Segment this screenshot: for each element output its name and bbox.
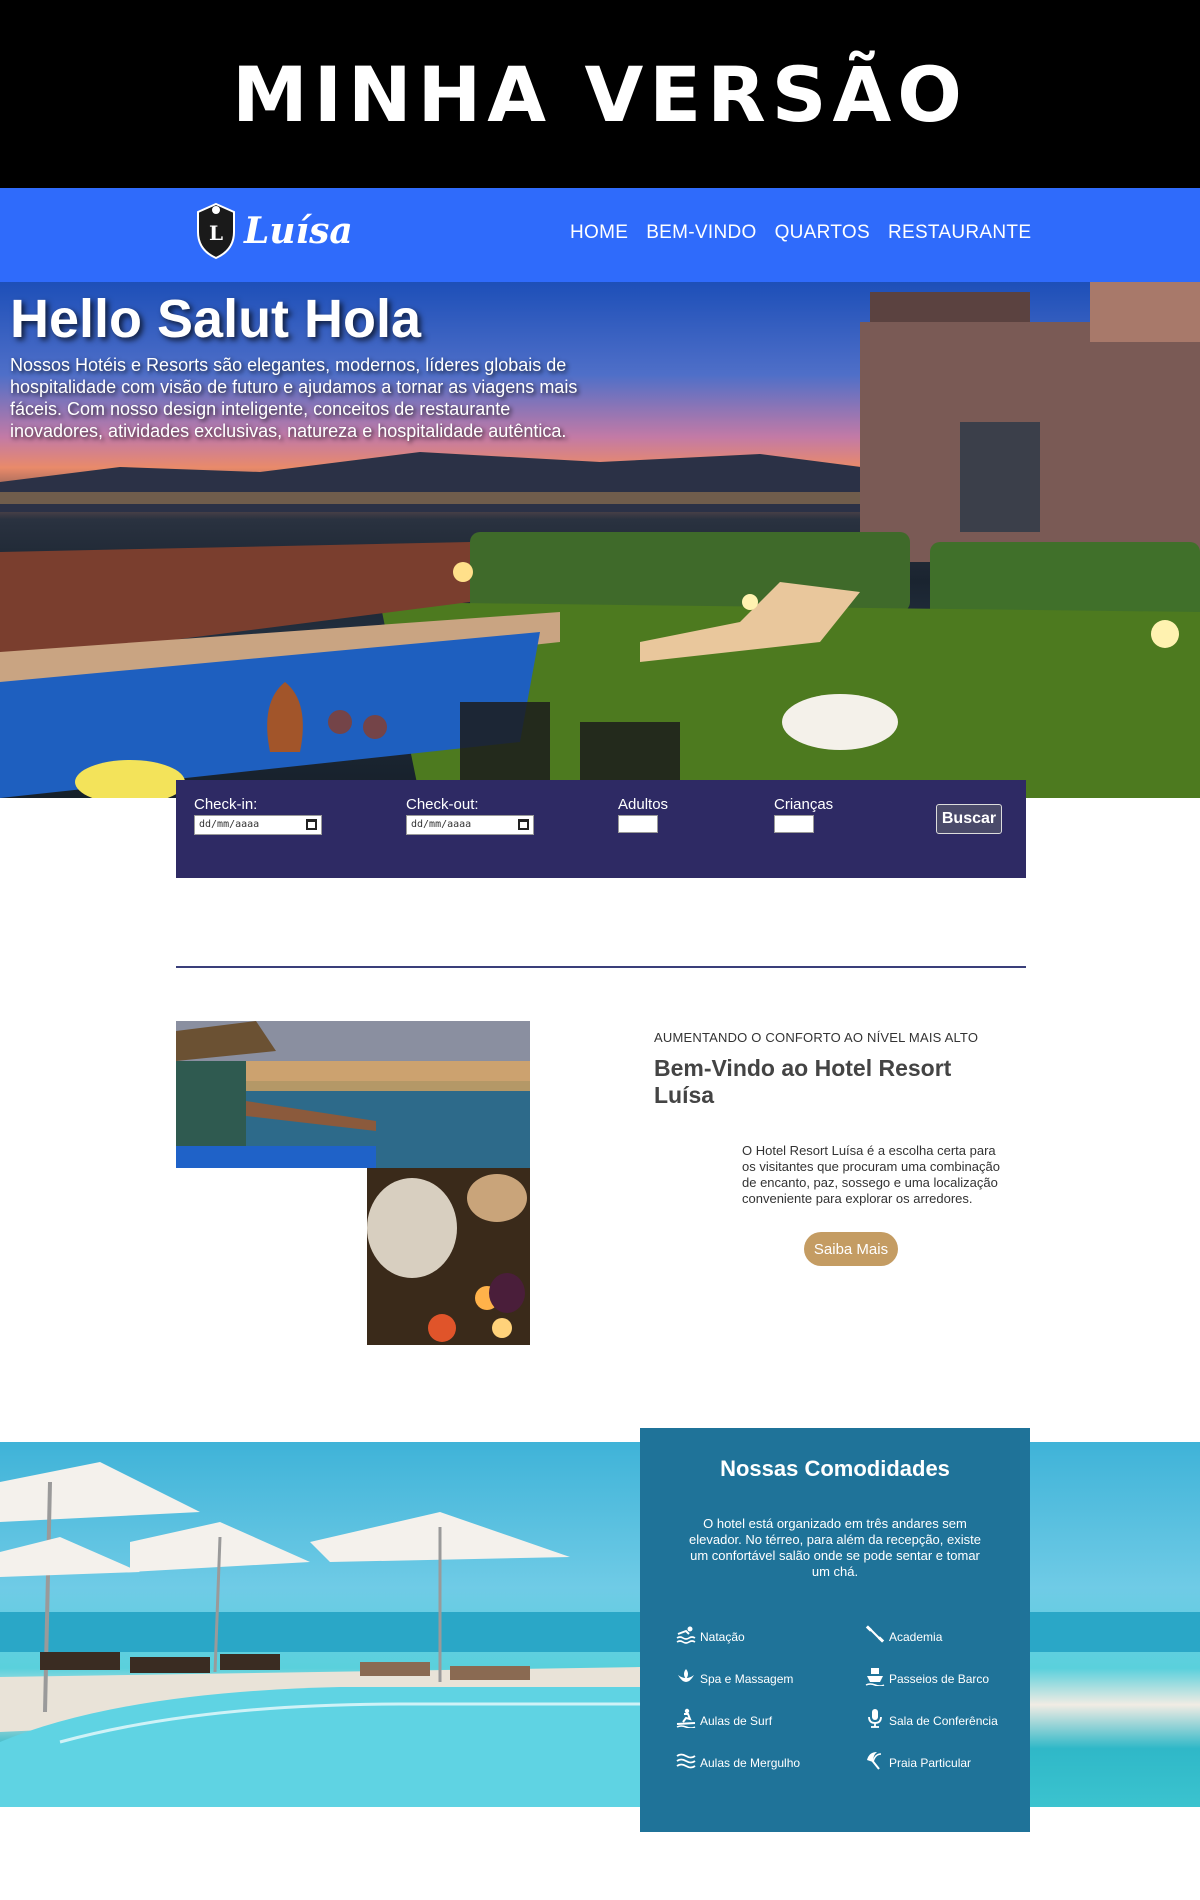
amenity-swimming: Natação	[676, 1624, 745, 1644]
amenity-beach: Praia Particular	[865, 1750, 971, 1770]
checkout-field: Check-out: dd/mm/aaaa	[406, 796, 534, 835]
overwater-bungalow-photo	[176, 1021, 530, 1168]
amenity-label: Aulas de Surf	[700, 1714, 773, 1728]
hero-description: Nossos Hotéis e Resorts são elegantes, m…	[10, 355, 578, 441]
nav-bem-vindo[interactable]: BEM-VINDO	[646, 222, 756, 244]
calendar-icon[interactable]	[518, 819, 529, 830]
nav-home[interactable]: HOME	[570, 222, 628, 244]
checkout-placeholder: dd/mm/aaaa	[411, 819, 472, 830]
adults-label: Adultos	[618, 796, 669, 813]
amenities-text: O hotel está organizado em três andares …	[689, 1516, 981, 1579]
welcome-kicker: AUMENTANDO O CONFORTO AO NÍVEL MAIS ALTO	[654, 1030, 979, 1045]
svg-text:L: L	[209, 221, 223, 245]
dumbbell-icon	[865, 1625, 885, 1643]
amenity-spa: Spa e Massagem	[676, 1666, 793, 1686]
checkin-placeholder: dd/mm/aaaa	[199, 819, 260, 830]
hero-title: Hello Salut Hola	[10, 289, 422, 349]
crest-icon: L	[197, 202, 235, 260]
top-banner: MINHA VERSÃO	[0, 0, 1200, 188]
spa-icon	[678, 1669, 694, 1682]
surf-icon	[676, 1708, 696, 1728]
welcome-text: O Hotel Resort Luísa é a escolha certa p…	[742, 1143, 1000, 1206]
umbrella-beach-icon	[867, 1752, 882, 1770]
booking-form: Check-in: dd/mm/aaaa Check-out: dd/mm/aa…	[176, 780, 1026, 878]
checkout-label: Check-out:	[406, 796, 479, 813]
amenity-label: Academia	[889, 1630, 943, 1644]
amenity-boat: Passeios de Barco	[865, 1666, 989, 1686]
learn-more-button[interactable]: Saiba Mais	[804, 1232, 898, 1266]
water-icon	[676, 1753, 696, 1769]
amenity-label: Natação	[700, 1630, 745, 1644]
amenities-panel: Nossas Comodidades O hotel está organiza…	[640, 1428, 1030, 1832]
amenity-surf: Aulas de Surf	[676, 1708, 772, 1728]
children-label: Crianças	[774, 796, 834, 813]
amenity-label: Spa e Massagem	[700, 1672, 794, 1686]
swimming-icon	[676, 1626, 696, 1644]
checkin-input[interactable]: dd/mm/aaaa	[194, 815, 322, 835]
checkout-input[interactable]: dd/mm/aaaa	[406, 815, 534, 835]
children-field: Crianças	[774, 796, 833, 833]
checkin-field: Check-in: dd/mm/aaaa	[194, 796, 322, 835]
brand-logo[interactable]: L Luísa	[194, 202, 353, 260]
nav-restaurante[interactable]: RESTAURANTE	[888, 222, 1031, 244]
amenity-diving: Aulas de Mergulho	[676, 1750, 800, 1770]
children-input[interactable]	[774, 815, 814, 833]
search-button[interactable]: Buscar	[936, 804, 1002, 834]
checkin-label: Check-in:	[194, 796, 258, 813]
welcome-title: Bem-Vindo ao Hotel Resort Luísa	[654, 1055, 952, 1108]
hero-section: Hello Salut Hola Nossos Hotéis e Resorts…	[0, 282, 1200, 798]
amenity-label: Sala de Conferência	[889, 1714, 998, 1728]
adults-field: Adultos	[618, 796, 668, 833]
main-menu: HOME BEM-VINDO QUARTOS RESTAURANTE	[570, 222, 1031, 244]
nav-quartos[interactable]: QUARTOS	[775, 222, 870, 244]
calendar-icon[interactable]	[306, 819, 317, 830]
adults-input[interactable]	[618, 815, 658, 833]
amenity-label: Praia Particular	[889, 1756, 972, 1770]
amenity-label: Passeios de Barco	[889, 1672, 990, 1686]
section-divider	[176, 966, 1026, 968]
microphone-icon	[868, 1709, 882, 1728]
amenity-gym: Academia	[865, 1624, 942, 1644]
spa-candles-photo	[367, 1168, 530, 1345]
amenity-conference: Sala de Conferência	[865, 1708, 998, 1728]
amenities-title: Nossas Comodidades	[720, 1456, 950, 1481]
navbar: L Luísa HOME BEM-VINDO QUARTOS RESTAURAN…	[0, 188, 1200, 282]
amenity-label: Aulas de Mergulho	[700, 1756, 801, 1770]
brand-name: Luísa	[244, 210, 353, 252]
banner-title: MINHA VERSÃO	[232, 49, 968, 139]
ship-icon	[865, 1668, 885, 1686]
